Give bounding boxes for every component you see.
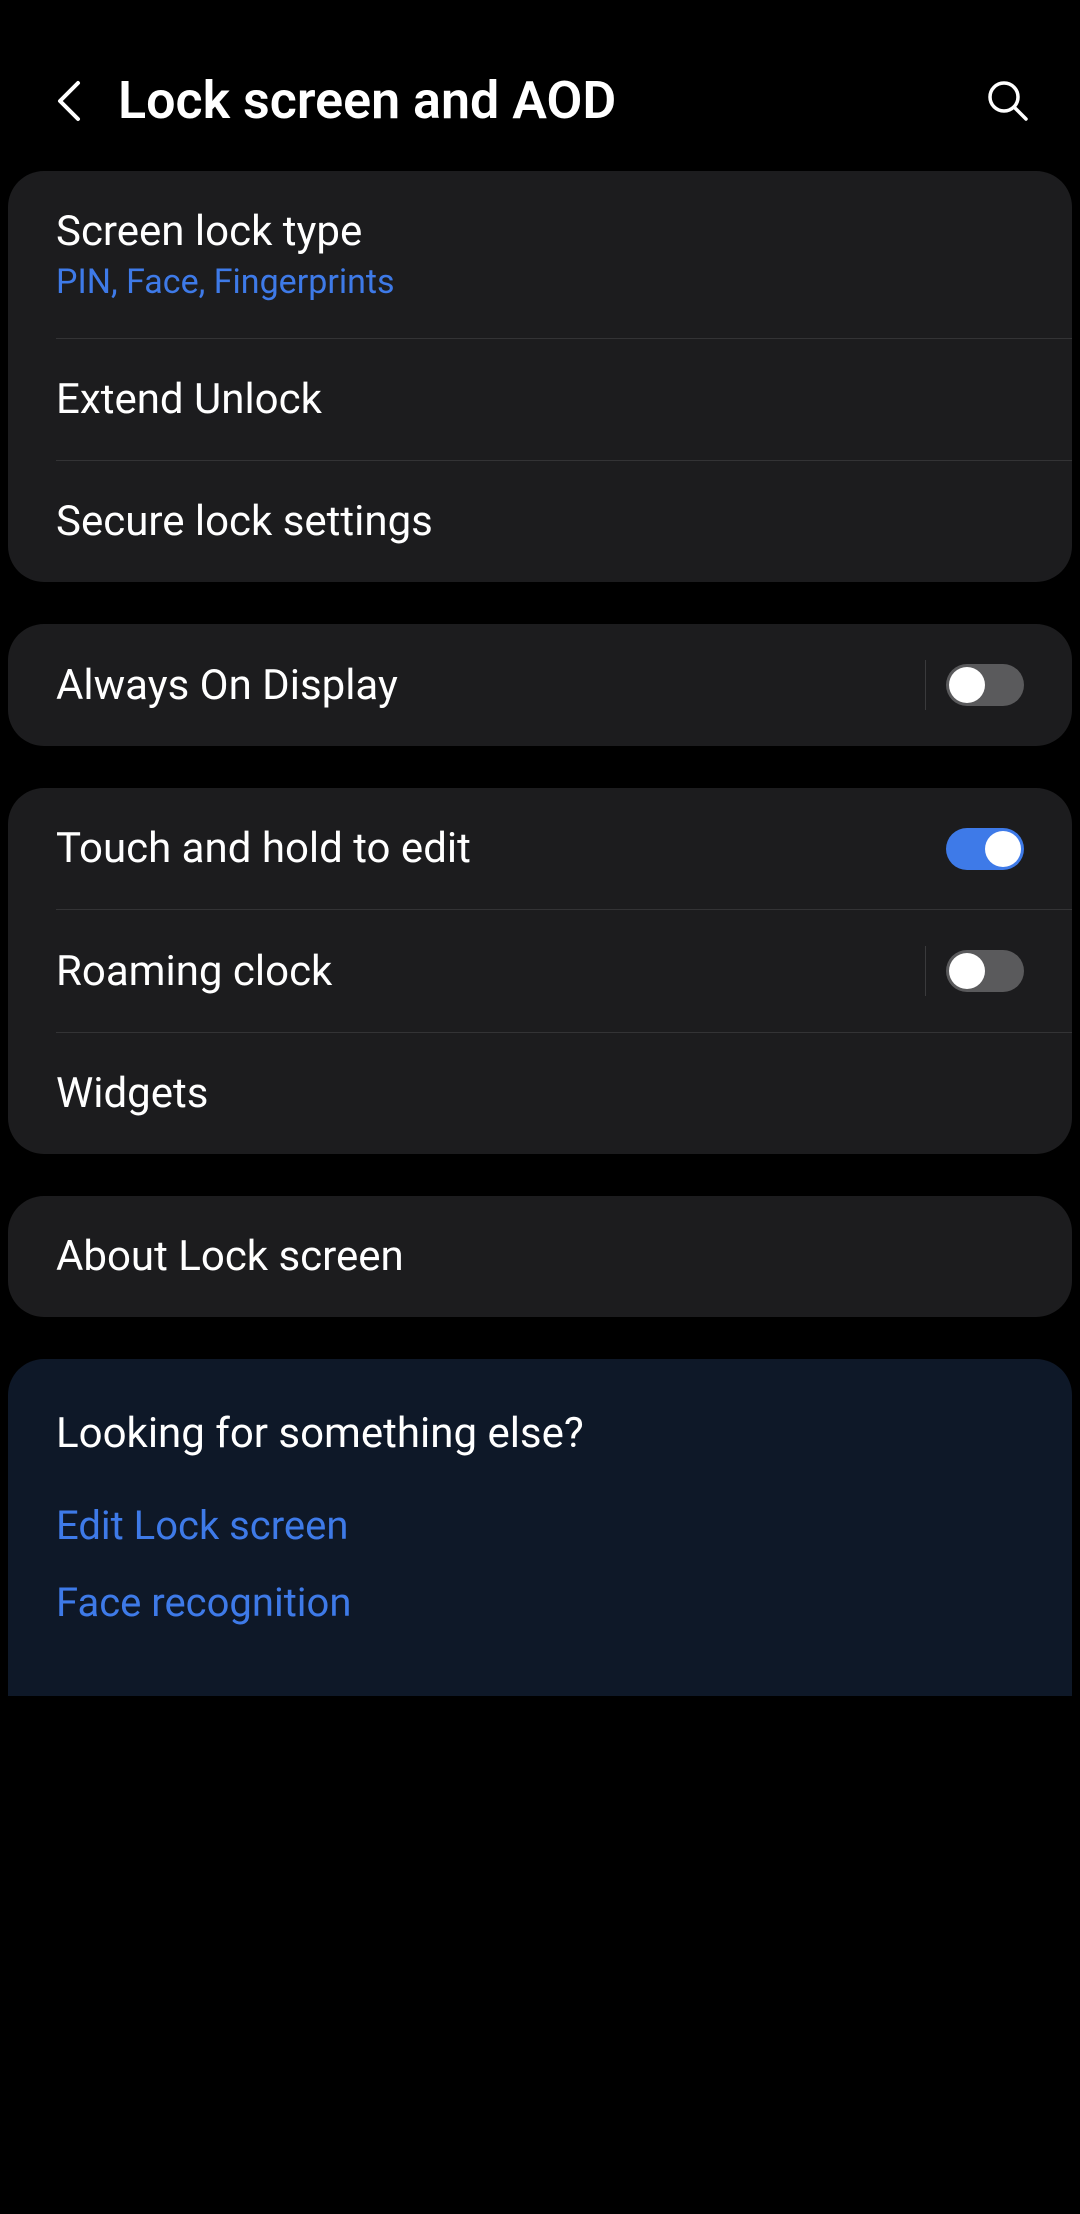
row-extend-unlock[interactable]: Extend Unlock [8,339,1072,460]
touch-hold-edit-toggle[interactable] [946,828,1024,870]
screen-lock-type-title: Screen lock type [56,207,395,256]
card-lockscreen-options: Touch and hold to edit Roaming clock Wid… [8,788,1072,1154]
card-looking-for: Looking for something else? Edit Lock sc… [8,1359,1072,1696]
card-lock-settings: Screen lock type PIN, Face, Fingerprints… [8,171,1072,582]
toggle-container [925,946,1024,996]
row-roaming-clock[interactable]: Roaming clock [8,910,1072,1032]
row-widgets[interactable]: Widgets [8,1033,1072,1154]
row-touch-hold-edit[interactable]: Touch and hold to edit [8,788,1072,909]
separator-line [925,660,926,710]
secure-lock-settings-title: Secure lock settings [56,497,433,546]
separator-line [925,946,926,996]
row-about-lock-screen[interactable]: About Lock screen [8,1196,1072,1317]
roaming-clock-toggle[interactable] [946,950,1024,992]
card-aod: Always On Display [8,624,1072,746]
row-always-on-display[interactable]: Always On Display [8,624,1072,746]
page-title: Lock screen and AOD [118,70,954,131]
touch-hold-edit-title: Touch and hold to edit [56,824,471,873]
toggle-knob [985,831,1021,867]
extend-unlock-title: Extend Unlock [56,375,322,424]
search-icon[interactable] [984,77,1032,125]
row-text: Screen lock type PIN, Face, Fingerprints [56,207,395,302]
always-on-display-title: Always On Display [56,661,398,710]
screen-lock-type-subtitle: PIN, Face, Fingerprints [56,262,395,302]
roaming-clock-title: Roaming clock [56,947,332,996]
toggle-container [925,660,1024,710]
looking-for-title: Looking for something else? [56,1409,1024,1458]
row-screen-lock-type[interactable]: Screen lock type PIN, Face, Fingerprints [8,171,1072,338]
toggle-knob [949,667,985,703]
widgets-title: Widgets [56,1069,208,1118]
link-edit-lock-screen[interactable]: Edit Lock screen [56,1502,1024,1549]
card-about: About Lock screen [8,1196,1072,1317]
link-face-recognition[interactable]: Face recognition [56,1579,1024,1626]
always-on-display-toggle[interactable] [946,664,1024,706]
row-secure-lock-settings[interactable]: Secure lock settings [8,461,1072,582]
back-icon[interactable] [48,81,88,121]
about-lock-screen-title: About Lock screen [56,1232,404,1281]
toggle-knob [949,953,985,989]
header: Lock screen and AOD [0,0,1080,171]
